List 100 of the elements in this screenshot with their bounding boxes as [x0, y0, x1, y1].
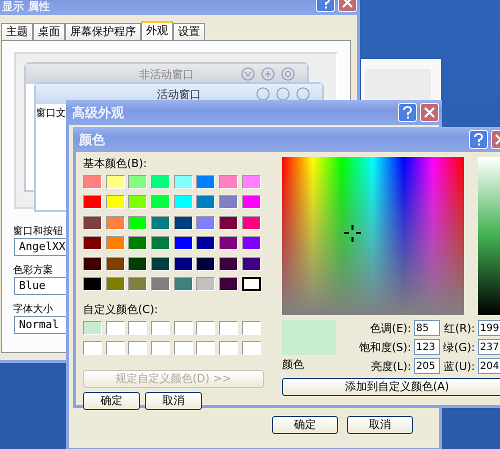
color-swatch[interactable]	[219, 320, 238, 335]
color-swatch[interactable]	[242, 216, 261, 230]
luminance-bar[interactable]	[478, 157, 500, 315]
tab[interactable]: 屏幕保护程序	[65, 23, 141, 40]
color-swatch[interactable]	[83, 216, 102, 230]
help-button[interactable]	[398, 103, 417, 122]
color-swatch[interactable]	[128, 175, 148, 189]
dialog-button[interactable]: 确定	[272, 416, 338, 434]
color-swatch[interactable]	[174, 341, 193, 356]
color-swatch[interactable]	[219, 216, 238, 230]
color-swatch[interactable]	[151, 195, 170, 210]
color-swatch[interactable]	[128, 195, 148, 210]
field-label: 色调(E):	[370, 320, 412, 336]
color-swatch[interactable]	[128, 256, 148, 271]
color-swatch[interactable]	[106, 236, 125, 250]
section-label: 自定义颜色(C):	[83, 302, 158, 317]
dialog-button[interactable]: 取消	[347, 416, 413, 434]
color-swatch[interactable]	[242, 341, 261, 356]
color-swatch[interactable]	[196, 256, 216, 271]
color-swatch[interactable]	[128, 276, 148, 291]
tab[interactable]: 主题	[1, 23, 33, 40]
color-swatch[interactable]	[196, 175, 216, 189]
color-swatch[interactable]	[83, 320, 102, 335]
color-swatch[interactable]	[83, 236, 102, 250]
color-swatch[interactable]	[128, 341, 148, 356]
input-field[interactable]: 237	[478, 339, 500, 355]
color-swatch[interactable]	[151, 320, 170, 335]
color-swatch[interactable]	[106, 341, 125, 356]
color-preview	[282, 320, 336, 355]
color-swatch[interactable]	[196, 236, 216, 250]
color-swatch[interactable]	[196, 216, 216, 230]
color-swatch[interactable]	[219, 341, 238, 356]
color-swatch[interactable]	[106, 276, 125, 291]
input-field[interactable]: 199	[478, 320, 500, 336]
color-swatch[interactable]	[128, 320, 148, 335]
color-swatch[interactable]	[219, 175, 238, 189]
color-swatch[interactable]	[219, 256, 238, 271]
add-custom-color-button[interactable]: 添加到自定义颜色(A)	[282, 378, 500, 396]
preview-label: 颜色	[282, 358, 304, 372]
color-swatch[interactable]	[174, 276, 193, 291]
tab[interactable]: 桌面	[33, 23, 65, 40]
color-swatch[interactable]	[83, 195, 102, 210]
color-swatch[interactable]	[196, 320, 216, 335]
color-swatch[interactable]	[106, 195, 125, 210]
color-swatch[interactable]	[174, 320, 193, 335]
color-swatch[interactable]	[151, 236, 170, 250]
field-label: 字体大小	[13, 302, 53, 316]
color-swatch[interactable]	[196, 195, 216, 210]
color-swatch[interactable]	[151, 276, 170, 291]
input-field[interactable]: 205	[414, 358, 440, 374]
color-swatch[interactable]	[174, 175, 193, 189]
color-swatch[interactable]	[83, 256, 102, 271]
color-swatch[interactable]	[151, 341, 170, 356]
dialog-button[interactable]: 取消	[145, 392, 202, 410]
color-swatch[interactable]	[219, 236, 238, 250]
color-swatch[interactable]	[242, 175, 261, 189]
color-swatch[interactable]	[151, 175, 170, 189]
tab[interactable]: 外观	[141, 21, 173, 40]
color-swatch[interactable]	[174, 216, 193, 230]
input-field[interactable]: 123	[414, 339, 440, 355]
color-swatch[interactable]	[128, 216, 148, 230]
color-swatch[interactable]	[242, 236, 261, 250]
input-field[interactable]: 204	[478, 358, 500, 374]
field-label: 色彩方案	[13, 264, 53, 277]
color-swatch[interactable]	[83, 341, 102, 356]
color-swatch[interactable]	[151, 216, 170, 230]
dialog-button[interactable]: 确定	[83, 392, 140, 410]
color-swatch[interactable]	[242, 195, 261, 210]
color-swatch[interactable]	[151, 256, 170, 271]
help-button[interactable]	[469, 130, 488, 149]
color-swatch[interactable]	[242, 320, 261, 335]
window-title: 颜色	[79, 132, 106, 148]
color-swatch[interactable]	[219, 195, 238, 210]
color-swatch[interactable]	[128, 236, 148, 250]
field-label: 蓝(U):	[444, 358, 475, 374]
color-swatch[interactable]	[174, 256, 193, 271]
window-text: 窗口文	[36, 106, 66, 120]
color-swatch[interactable]	[106, 320, 125, 335]
color-swatch[interactable]	[174, 236, 193, 250]
color-swatch[interactable]	[106, 175, 125, 189]
close-button[interactable]	[420, 103, 439, 122]
help-icon	[474, 133, 483, 146]
color-swatch[interactable]	[83, 276, 102, 291]
color-swatch[interactable]	[196, 276, 216, 291]
field-label: 亮度(L):	[370, 358, 412, 374]
color-swatch[interactable]	[242, 276, 261, 291]
tab[interactable]: 设置	[173, 23, 205, 40]
section-label: 基本颜色(B):	[83, 157, 147, 171]
color-swatch[interactable]	[242, 256, 261, 271]
color-swatch[interactable]	[196, 341, 216, 356]
field-label: 绿(G):	[443, 340, 475, 354]
input-field[interactable]: 85	[414, 320, 440, 336]
color-swatch[interactable]	[174, 195, 193, 210]
field-label: 窗口和按钮	[13, 224, 63, 238]
color-swatch[interactable]	[106, 216, 125, 230]
color-swatch[interactable]	[83, 175, 102, 189]
preview-window-title: 非活动窗口	[139, 66, 194, 82]
color-swatch[interactable]	[219, 276, 238, 291]
field-label: 饱和度(S):	[358, 340, 412, 354]
color-swatch[interactable]	[106, 256, 125, 271]
